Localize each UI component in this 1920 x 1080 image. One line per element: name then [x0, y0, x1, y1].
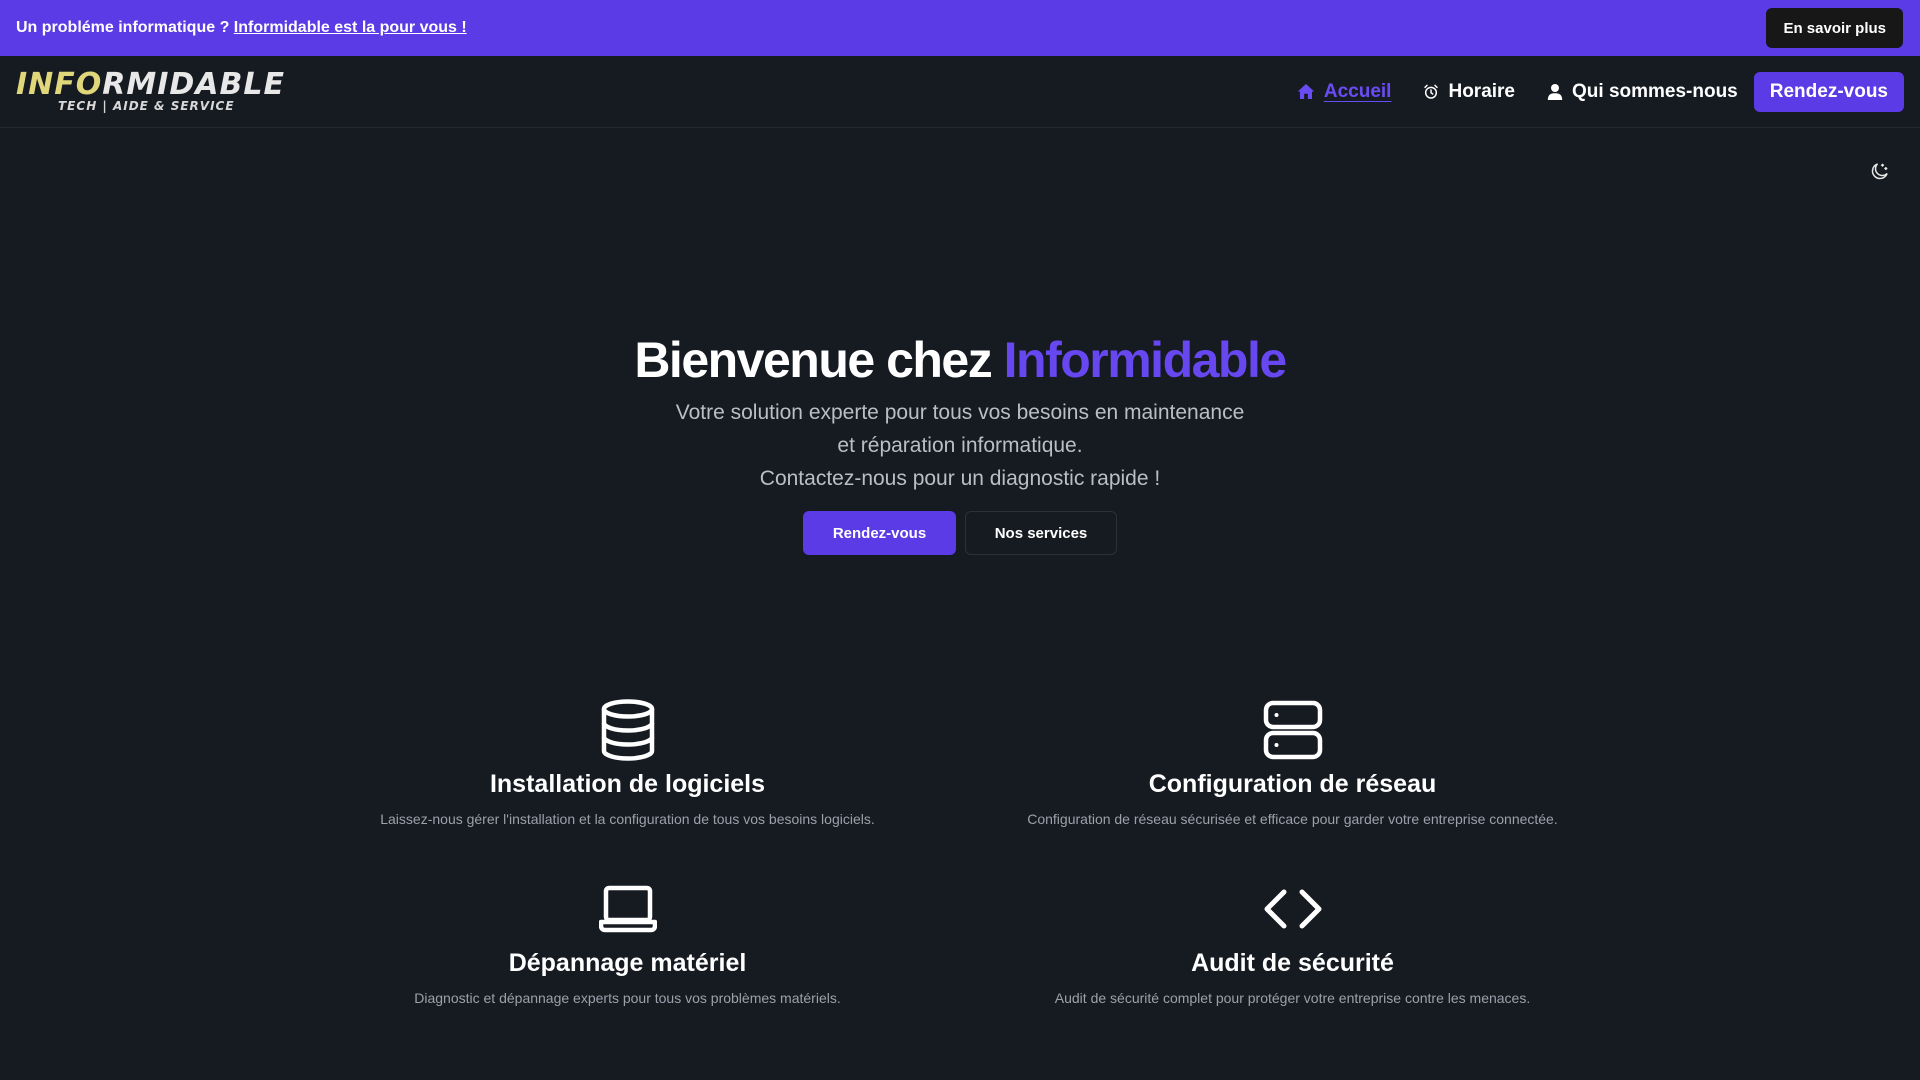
- nos-services-button[interactable]: Nos services: [965, 511, 1117, 555]
- hero-subtitle-line: et réparation informatique.: [837, 434, 1083, 457]
- learn-more-button[interactable]: En savoir plus: [1766, 8, 1903, 48]
- service-description: Diagnostic et dépannage experts pour tou…: [414, 990, 841, 1006]
- code-icon: [1264, 889, 1321, 929]
- home-icon: [1297, 83, 1315, 100]
- service-title: Audit de sécurité: [1191, 949, 1394, 977]
- nav-label: Qui sommes-nous: [1572, 80, 1738, 102]
- hero-subtitle-line: Contactez-nous pour un diagnostic rapide…: [759, 467, 1161, 490]
- service-description: Laissez-nous gérer l'installation et la …: [380, 811, 875, 827]
- service-description: Audit de sécurité complet pour protéger …: [1054, 990, 1531, 1006]
- nav-item-qui-sommes-nous[interactable]: Qui sommes-nous: [1547, 81, 1738, 103]
- logo-part-1: INFO: [16, 66, 103, 102]
- service-card: Audit de sécurité Audit de sécurité comp…: [960, 877, 1625, 1006]
- rendez-vous-button[interactable]: Rendez-vous: [803, 511, 956, 555]
- hero-title-prefix: Bienvenue chez: [634, 332, 992, 388]
- nav-label: Accueil: [1323, 80, 1392, 102]
- hero-subtitle: Votre solution experte pour tous vos bes…: [0, 396, 1920, 495]
- services-grid: Installation de logiciels Laissez-nous g…: [295, 698, 1625, 1006]
- service-description: Configuration de réseau sécurisée et eff…: [1027, 811, 1558, 827]
- main-nav: Accueil Horaire Qui sommes-nous Rendez-v…: [1265, 71, 1904, 112]
- announcement-message: Un probléme informatique ?: [16, 19, 230, 36]
- theme-toggle-button[interactable]: [1868, 159, 1892, 183]
- service-card: Installation de logiciels Laissez-nous g…: [295, 698, 960, 827]
- hero-actions: Rendez-vous Nos services: [0, 511, 1920, 555]
- hero-subtitle-line: Votre solution experte pour tous vos bes…: [675, 401, 1245, 424]
- navbar: INFORMIDABLE TECH | AIDE & SERVICE Accue…: [0, 56, 1920, 128]
- alarm-clock-icon: [1423, 84, 1439, 100]
- logo-part-2: RMIDABLE: [102, 66, 285, 102]
- server-icon: [1263, 700, 1322, 760]
- rendez-vous-nav-button[interactable]: Rendez-vous: [1753, 71, 1904, 112]
- service-card: Configuration de réseau Configuration de…: [960, 698, 1625, 827]
- nav-item-accueil[interactable]: Accueil: [1297, 80, 1392, 103]
- nav-item-horaire[interactable]: Horaire: [1423, 81, 1515, 103]
- service-card: Dépannage matériel Diagnostic et dépanna…: [295, 877, 960, 1006]
- nav-label: Horaire: [1448, 80, 1515, 102]
- user-icon: [1547, 83, 1563, 101]
- laptop-icon: [598, 885, 657, 933]
- announcement-bar: Un probléme informatique ? Informidable …: [0, 0, 1920, 56]
- logo[interactable]: INFORMIDABLE TECH | AIDE & SERVICE: [16, 69, 285, 113]
- moon-icon: [1871, 163, 1888, 180]
- service-title: Configuration de réseau: [1148, 770, 1437, 798]
- hero-title-accent: Informidable: [1003, 332, 1288, 388]
- announcement-text: Un probléme informatique ? Informidable …: [16, 19, 467, 37]
- service-title: Dépannage matériel: [508, 949, 747, 977]
- database-icon: [601, 699, 654, 761]
- logo-wordmark: INFORMIDABLE: [16, 69, 285, 99]
- announcement-link[interactable]: Informidable est la pour vous !: [234, 19, 467, 36]
- hero-title: Bienvenue chez Informidable: [0, 330, 1920, 390]
- service-title: Installation de logiciels: [489, 770, 766, 798]
- hero-section: Bienvenue chez Informidable Votre soluti…: [0, 330, 1920, 555]
- logo-tagline: TECH | AIDE & SERVICE: [58, 98, 235, 113]
